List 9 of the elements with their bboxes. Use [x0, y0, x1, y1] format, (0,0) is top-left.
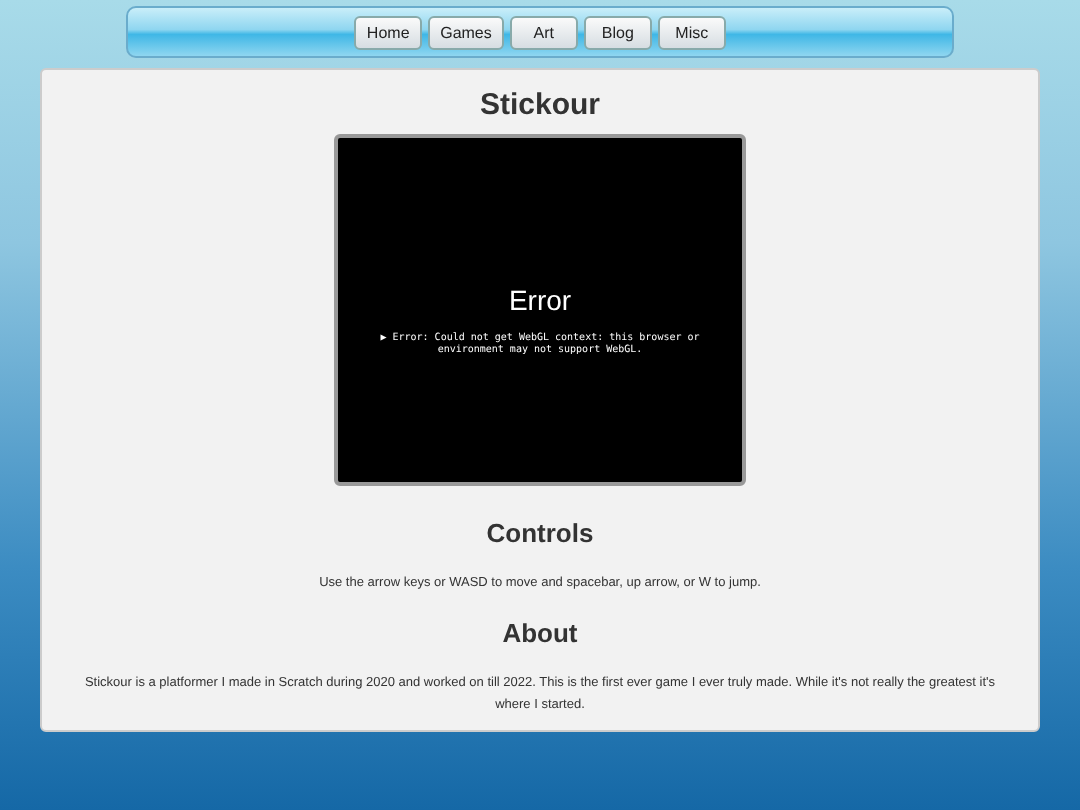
- section-heading: About: [502, 617, 578, 648]
- nav-button[interactable]: Blog: [583, 15, 652, 49]
- nav-button[interactable]: Games: [428, 15, 504, 49]
- section-heading: Controls: [486, 518, 594, 548]
- page-title: Stickour: [479, 88, 600, 122]
- error-title: Error: [508, 283, 572, 315]
- nav-button[interactable]: Home: [354, 15, 423, 49]
- nav-button[interactable]: Misc: [657, 15, 726, 49]
- nav-button[interactable]: Art: [509, 15, 578, 49]
